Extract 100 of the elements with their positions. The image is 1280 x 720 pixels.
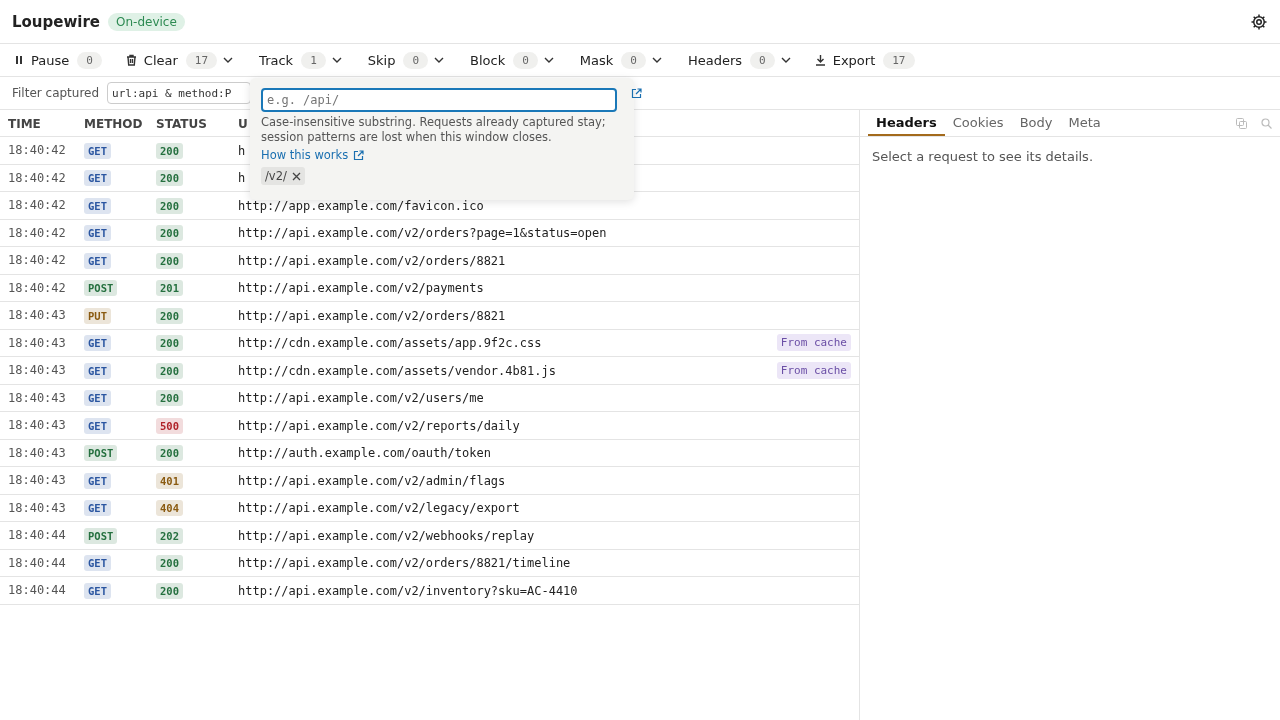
url-cell: http://cdn.example.com/assets/app.9f2c.css (238, 336, 542, 351)
time-cell-text: 18:40:42 (7, 198, 67, 213)
pattern-field[interactable]: e.g. /api/ (261, 88, 617, 112)
count-badge: 0 (513, 51, 538, 69)
method-tag: GET (84, 582, 111, 599)
status-tag: 200 (156, 582, 183, 599)
time-cell-text: 18:40:43 (7, 390, 67, 405)
column-header: METHOD (84, 116, 143, 131)
status-tag: 200 (156, 390, 183, 407)
url-cell: http://api.example.com/v2/admin/flags (238, 473, 506, 488)
toolbar-button[interactable]: Pause (12, 52, 72, 68)
filter-field[interactable]: url:api & method:P (107, 82, 252, 104)
status-tag: 201 (156, 280, 183, 297)
time-cell-text: 18:40:42 (7, 143, 67, 158)
status-tag: 200 (156, 252, 183, 269)
column-header: TIME (8, 116, 41, 131)
column-header: U (238, 116, 248, 131)
method-tag: POST (84, 280, 118, 297)
status-tag: 200 (156, 555, 183, 572)
method-tag: GET (84, 335, 111, 352)
status-tag: 401 (156, 472, 183, 489)
column-header: STATUS (156, 116, 207, 131)
filter-label: Filter captured (12, 86, 100, 100)
time-cell-text: 18:40:42 (7, 170, 67, 185)
time-cell-text: 18:40:43 (7, 445, 67, 460)
url-cell: http://api.example.com/v2/webhooks/replay (238, 528, 535, 543)
time-cell-text: 18:40:44 (7, 583, 67, 598)
download-icon (814, 54, 826, 66)
count-badge: 1 (301, 51, 326, 69)
url-cell: h (238, 171, 246, 186)
status-tag: 200 (156, 197, 183, 214)
help-link[interactable]: How this works (261, 148, 365, 162)
method-tag: GET (84, 362, 111, 379)
toolbar-button[interactable]: Block (466, 52, 508, 68)
time-cell-text: 18:40:43 (7, 418, 67, 433)
time-cell-text: 18:40:43 (7, 500, 67, 515)
method-tag: GET (84, 472, 111, 489)
toolbar-button[interactable]: Clear (123, 52, 180, 68)
details-tab[interactable]: Headers (868, 110, 945, 136)
status-tag: 200 (156, 142, 183, 159)
pause-icon (14, 55, 24, 65)
time-cell-text: 18:40:43 (7, 308, 67, 323)
time-cell-text: 18:40:44 (7, 528, 67, 543)
count-badge: 0 (750, 51, 775, 69)
app-title: Loupewire (12, 12, 101, 31)
time-cell-text: 18:40:43 (7, 363, 67, 378)
cache-tag: From cache (776, 334, 851, 352)
url-cell: http://api.example.com/v2/orders?page=1&status=open (238, 226, 607, 241)
method-tag: GET (84, 170, 111, 187)
status-tag: 500 (156, 417, 183, 434)
url-cell: http://api.example.com/v2/payments (238, 281, 484, 296)
method-tag: GET (84, 500, 111, 517)
status-tag: 202 (156, 527, 183, 544)
time-cell-text: 18:40:43 (7, 473, 67, 488)
caret-icon[interactable] (780, 57, 791, 63)
toolbar-button[interactable]: Headers (683, 52, 745, 68)
url-cell: http://api.example.com/v2/orders/8821/timeline (238, 556, 571, 571)
toolbar-button[interactable]: Export (812, 52, 878, 68)
empty-message: Select a request to see its details. (872, 149, 1095, 164)
method-tag: POST (84, 445, 118, 462)
external-link-icon[interactable] (631, 88, 642, 99)
method-tag: GET (84, 252, 111, 269)
status-tag: 200 (156, 335, 183, 352)
method-tag: GET (84, 417, 111, 434)
caret-icon[interactable] (543, 57, 554, 63)
count-badge: 17 (185, 51, 218, 69)
settings-icon[interactable] (1250, 12, 1268, 31)
external-link-icon (353, 149, 365, 161)
pattern-chip[interactable]: /v2/ (261, 167, 305, 185)
count-badge: 0 (403, 51, 429, 69)
time-cell-text: 18:40:43 (7, 335, 67, 350)
time-cell-text: 18:40:44 (7, 555, 67, 570)
details-tab[interactable]: Meta (1060, 110, 1109, 136)
url-cell: http://cdn.example.com/assets/vendor.4b81.js (238, 363, 556, 378)
caret-icon[interactable] (651, 57, 662, 63)
details-tab[interactable]: Body (1011, 110, 1061, 136)
url-cell: http://api.example.com/v2/legacy/export (238, 501, 520, 516)
url-cell: http://app.example.com/favicon.ico (238, 198, 484, 213)
status-tag: 404 (156, 500, 183, 517)
caret-icon[interactable] (331, 57, 342, 63)
toolbar-button[interactable]: Skip (363, 52, 398, 68)
caret-icon[interactable] (223, 57, 234, 63)
toolbar-button[interactable]: Mask (575, 52, 616, 68)
time-cell-text: 18:40:42 (7, 280, 67, 295)
status-tag: 200 (156, 362, 183, 379)
method-tag: GET (84, 142, 111, 159)
caret-icon[interactable] (434, 57, 445, 63)
method-tag: POST (84, 527, 118, 544)
close-icon[interactable] (291, 171, 301, 181)
time-cell-text: 18:40:42 (7, 253, 67, 268)
url-cell: http://api.example.com/v2/orders/8821 (238, 253, 506, 268)
time-cell-text: 18:40:42 (7, 225, 67, 240)
status-tag: 200 (156, 170, 183, 187)
status-tag: 200 (156, 445, 183, 462)
trash-icon (125, 54, 137, 66)
url-cell: http://api.example.com/v2/inventory?sku=AC-4410 (238, 583, 578, 598)
details-tab[interactable]: Cookies (944, 110, 1012, 136)
help-text: Case-insensitive substring. Requests already captured stay; session patterns are lost when this window closes. (261, 115, 607, 145)
url-cell: http://api.example.com/v2/users/me (238, 391, 484, 406)
toolbar-button[interactable]: Track (255, 52, 296, 68)
